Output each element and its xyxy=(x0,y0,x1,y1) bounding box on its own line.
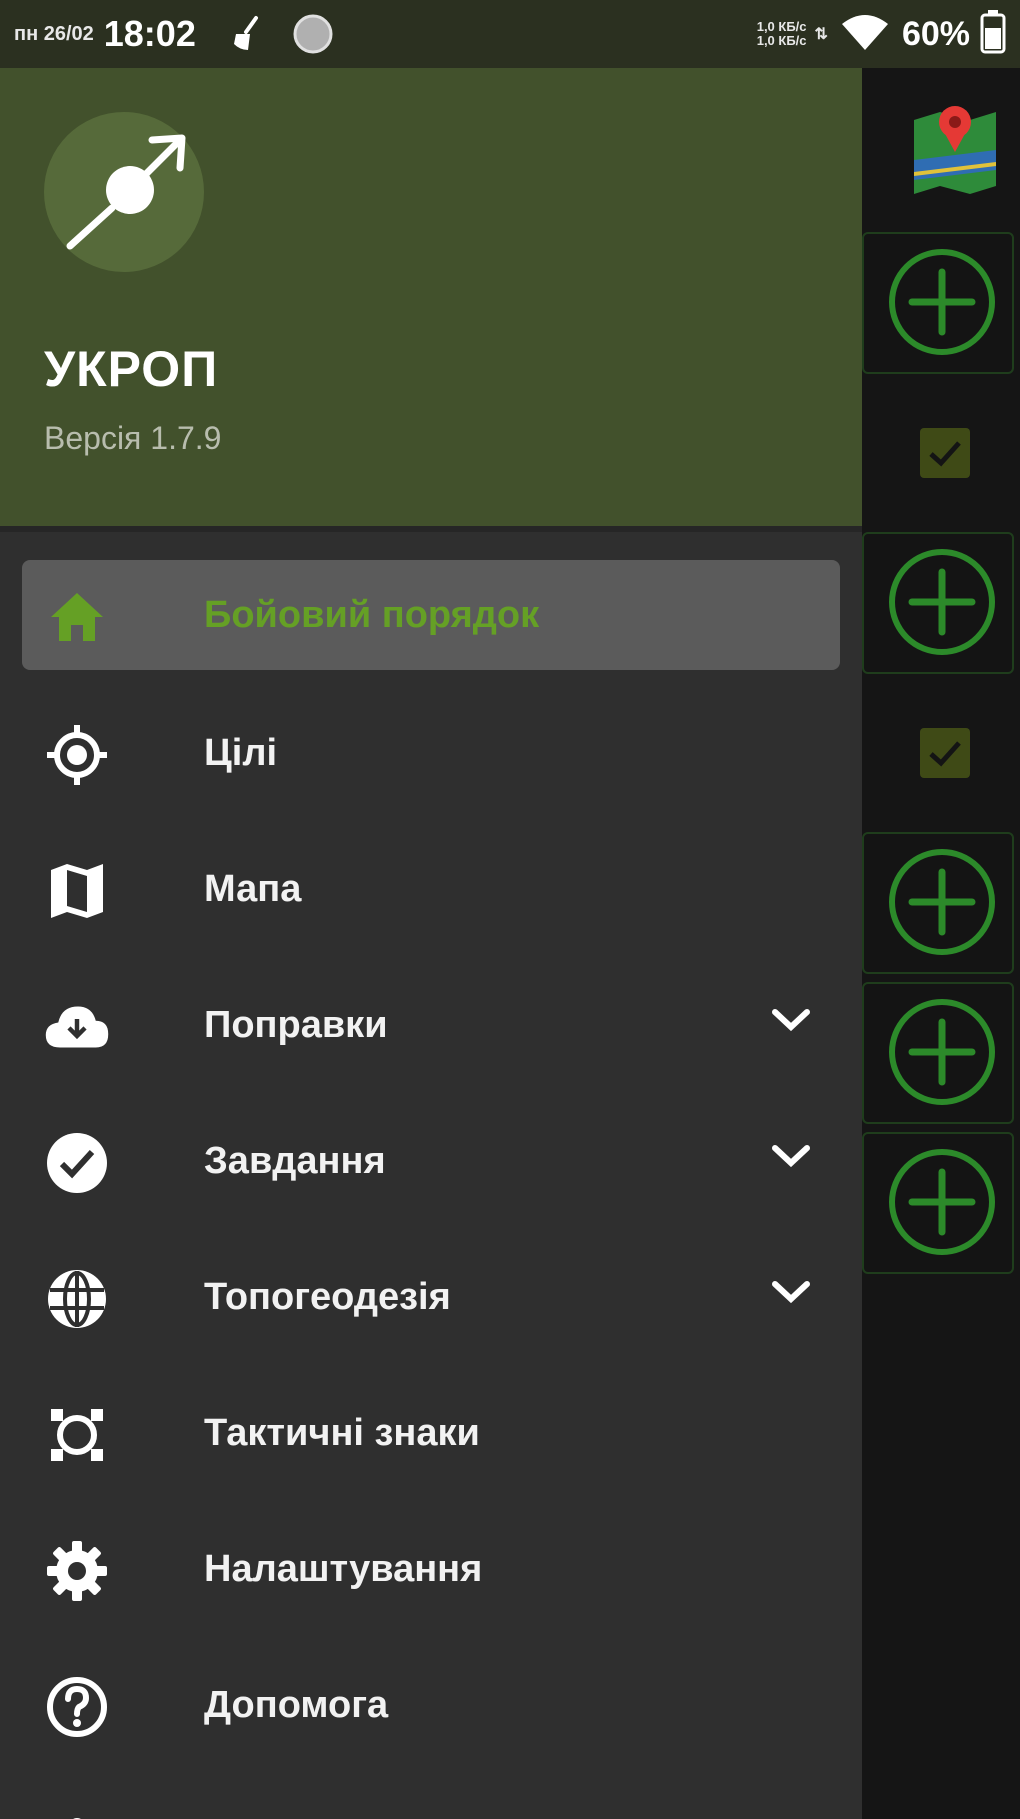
plus-circle-icon xyxy=(889,999,995,1105)
partial-icon xyxy=(44,1810,110,1819)
checkmark-icon xyxy=(929,441,961,467)
checkbox-2[interactable] xyxy=(920,728,970,778)
menu-item-settings[interactable]: Налаштування xyxy=(0,1514,862,1624)
battery-percent: 60% xyxy=(901,14,970,53)
menu-item-targets[interactable]: Цілі xyxy=(0,698,862,808)
add-button-1[interactable] xyxy=(862,232,1014,374)
checkbox-1[interactable] xyxy=(920,428,970,478)
menu-item-map[interactable]: Мапа xyxy=(0,834,862,944)
menu-item-label: Поправки xyxy=(204,1004,388,1046)
menu-item-help[interactable]: Допомога xyxy=(0,1650,862,1760)
checkmark-icon xyxy=(929,741,961,767)
help-icon xyxy=(44,1674,110,1740)
app-version: Версія 1.7.9 xyxy=(44,420,222,456)
plus-circle-icon xyxy=(889,849,995,955)
battery-icon xyxy=(980,9,1006,59)
plus-circle-icon xyxy=(889,549,995,655)
add-button-3[interactable] xyxy=(862,832,1014,974)
add-button-2[interactable] xyxy=(862,532,1014,674)
app-logo xyxy=(44,112,204,272)
status-bar: пн 26/02 18:02 1,0 КБ/с 1,0 КБ/с ⇅ 60% xyxy=(0,0,1020,68)
add-button-4[interactable] xyxy=(862,982,1014,1124)
tactical-sign-icon xyxy=(44,1402,110,1468)
app-logo-icon xyxy=(66,134,186,250)
cleaner-icon xyxy=(226,14,266,54)
menu-item-tactical-signs[interactable]: Тактичні знаки xyxy=(0,1378,862,1488)
network-speed: 1,0 КБ/с 1,0 КБ/с xyxy=(757,20,807,48)
map-icon xyxy=(44,858,110,924)
status-time: 18:02 xyxy=(103,13,196,54)
map-app-icon[interactable] xyxy=(910,100,1000,201)
menu-item-topogeodesy[interactable]: Топогеодезія xyxy=(0,1242,862,1352)
menu-item-label: Мапа xyxy=(204,868,302,910)
app-name: УКРОП xyxy=(44,341,219,397)
circle-status-icon xyxy=(292,13,334,55)
menu-item-label: Завдання xyxy=(204,1140,386,1182)
background-panel xyxy=(862,68,1020,1819)
menu-item-label: Допомога xyxy=(204,1684,389,1726)
menu-item-battle-order[interactable]: Бойовий порядок xyxy=(22,560,840,670)
menu-item-label: Налаштування xyxy=(204,1548,483,1590)
menu-item-corrections[interactable]: Поправки xyxy=(0,970,862,1080)
navigation-drawer: УКРОП Версія 1.7.9 Бойовий порядок Цілі xyxy=(0,68,862,1819)
net-up: 1,0 КБ/с xyxy=(756,19,807,34)
cloud-download-icon xyxy=(44,994,110,1060)
drawer-header: УКРОП Версія 1.7.9 xyxy=(0,68,862,526)
chevron-down-icon[interactable] xyxy=(770,1276,812,1311)
menu-item-label: Цілі xyxy=(204,732,278,774)
data-arrows-icon: ⇅ xyxy=(814,26,828,43)
menu-item-tasks[interactable]: Завдання xyxy=(0,1106,862,1216)
menu-item-label: Бойовий порядок xyxy=(204,594,540,636)
status-date: пн 26/02 xyxy=(14,22,94,45)
plus-circle-icon xyxy=(889,249,995,355)
gear-icon xyxy=(44,1538,110,1604)
menu-item-partial[interactable] xyxy=(0,1786,862,1819)
plus-circle-icon xyxy=(889,1149,995,1255)
net-down: 1,0 КБ/с xyxy=(756,33,807,48)
check-circle-icon xyxy=(44,1130,110,1196)
globe-icon xyxy=(44,1266,110,1332)
home-icon xyxy=(44,584,110,650)
wifi-icon xyxy=(840,12,890,57)
menu-item-label: Тактичні знаки xyxy=(204,1412,480,1454)
header-divider xyxy=(0,526,862,532)
chevron-down-icon[interactable] xyxy=(770,1140,812,1175)
add-button-5[interactable] xyxy=(862,1132,1014,1274)
chevron-down-icon[interactable] xyxy=(770,1004,812,1039)
crosshair-icon xyxy=(44,722,110,788)
menu-item-label: Топогеодезія xyxy=(204,1276,451,1318)
